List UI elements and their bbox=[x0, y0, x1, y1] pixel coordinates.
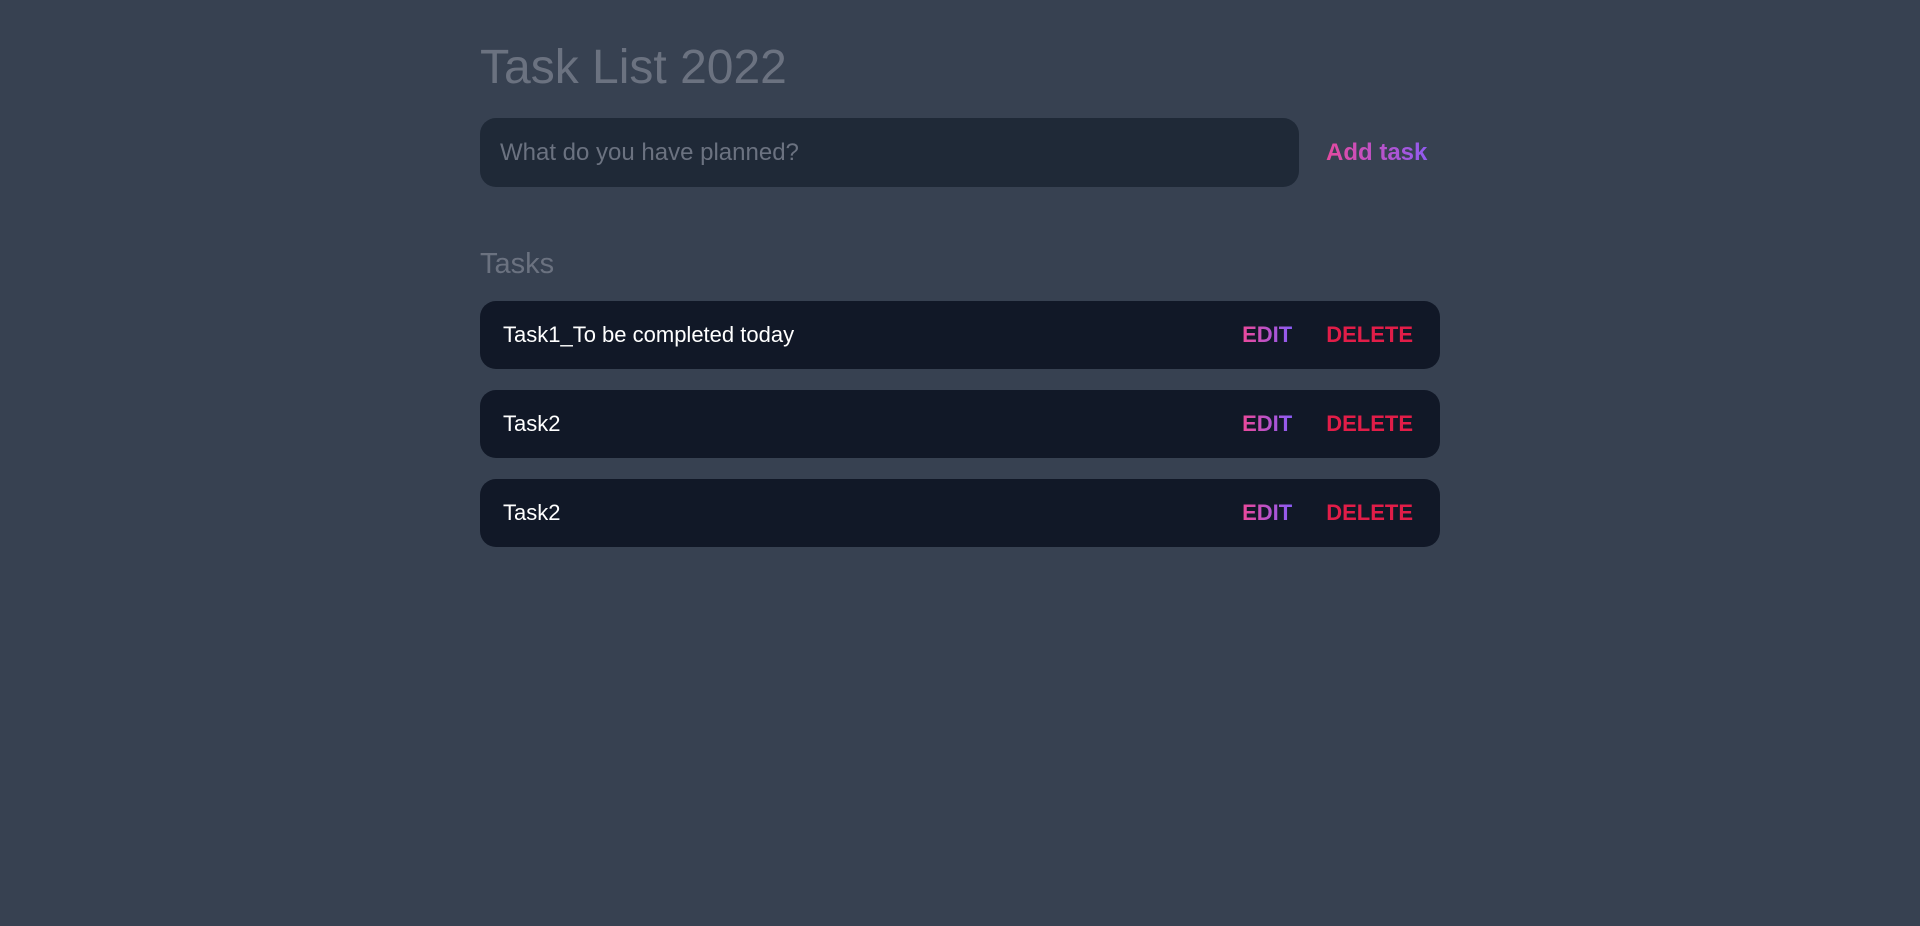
task-text: Task2 bbox=[503, 500, 561, 525]
task-text: Task2 bbox=[503, 411, 561, 436]
delete-task-button[interactable]: DELETE bbox=[1326, 411, 1413, 437]
edit-task-button[interactable]: EDIT bbox=[1242, 500, 1292, 526]
delete-task-button[interactable]: DELETE bbox=[1326, 500, 1413, 526]
new-task-form: Add task bbox=[480, 118, 1440, 187]
task-list: Task1_To be completed today EDIT DELETE … bbox=[480, 301, 1440, 568]
task-item: Task2 EDIT DELETE bbox=[480, 390, 1440, 458]
task-item: Task1_To be completed today EDIT DELETE bbox=[480, 301, 1440, 369]
task-actions: EDIT DELETE bbox=[1242, 301, 1413, 369]
page-title: Task List 2022 bbox=[480, 41, 787, 94]
task-text: Task1_To be completed today bbox=[503, 322, 795, 347]
edit-task-button[interactable]: EDIT bbox=[1242, 322, 1292, 348]
new-task-input[interactable] bbox=[480, 118, 1299, 187]
task-actions: EDIT DELETE bbox=[1242, 479, 1413, 547]
add-task-button[interactable]: Add task bbox=[1318, 118, 1435, 187]
tasks-section-title: Tasks bbox=[480, 248, 555, 280]
task-actions: EDIT DELETE bbox=[1242, 390, 1413, 458]
edit-task-button[interactable]: EDIT bbox=[1242, 411, 1292, 437]
delete-task-button[interactable]: DELETE bbox=[1326, 322, 1413, 348]
task-item: Task2 EDIT DELETE bbox=[480, 479, 1440, 547]
